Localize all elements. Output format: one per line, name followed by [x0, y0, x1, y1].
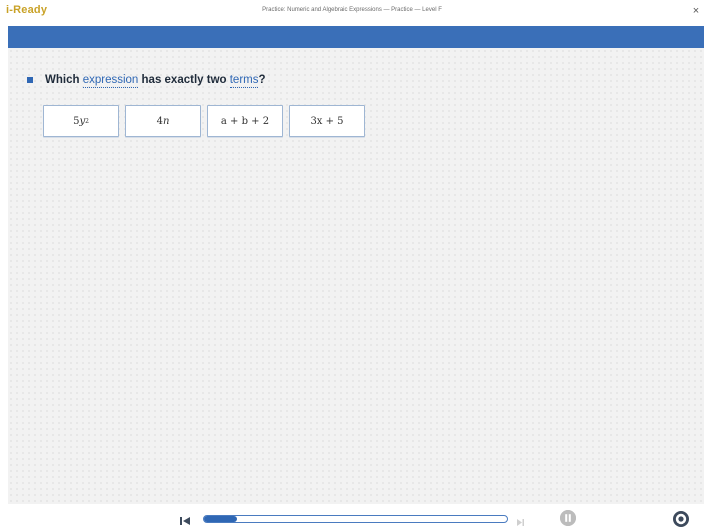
glossary-link-terms[interactable]: terms	[229, 74, 259, 88]
answer-choices: 5y2 4n a + b + 2 3x + 5	[43, 105, 365, 137]
glossary-link-expression[interactable]: expression	[82, 74, 139, 88]
pause-icon[interactable]	[560, 510, 576, 526]
question-middle: has exactly two	[138, 74, 230, 86]
app-window: i-Ready Practice: Numeric and Algebraic …	[0, 0, 704, 532]
lesson-workspace: Which expression has exactly two terms? …	[8, 48, 704, 504]
choice-1-exponent: 2	[85, 117, 89, 125]
question-bullet-icon	[27, 77, 33, 83]
playback-controls	[8, 504, 704, 532]
answer-choice-4[interactable]: 3x + 5	[289, 105, 365, 137]
window-title: Practice: Numeric and Algebraic Expressi…	[262, 7, 442, 13]
question-suffix: ?	[258, 74, 266, 86]
close-button[interactable]: ×	[690, 4, 702, 18]
choice-2-variable: n	[162, 115, 170, 127]
answer-choice-2[interactable]: 4n	[125, 105, 201, 137]
skip-back-icon[interactable]	[179, 513, 191, 525]
title-bar: i-Ready Practice: Numeric and Algebraic …	[0, 0, 704, 26]
progress-bar[interactable]	[203, 515, 508, 523]
settings-icon[interactable]	[672, 510, 690, 528]
header-bar	[8, 26, 704, 48]
progress-bar-fill	[204, 516, 238, 522]
answer-choice-3[interactable]: a + b + 2	[207, 105, 283, 137]
question-text: Which expression has exactly two terms?	[45, 74, 266, 88]
answer-choice-1[interactable]: 5y2	[43, 105, 119, 137]
choice-4-expression: 3x + 5	[310, 115, 344, 127]
choice-3-expression: a + b + 2	[220, 115, 270, 127]
question-row: Which expression has exactly two terms?	[27, 72, 266, 88]
question-prefix: Which	[45, 74, 83, 86]
skip-forward-icon[interactable]	[516, 514, 525, 526]
